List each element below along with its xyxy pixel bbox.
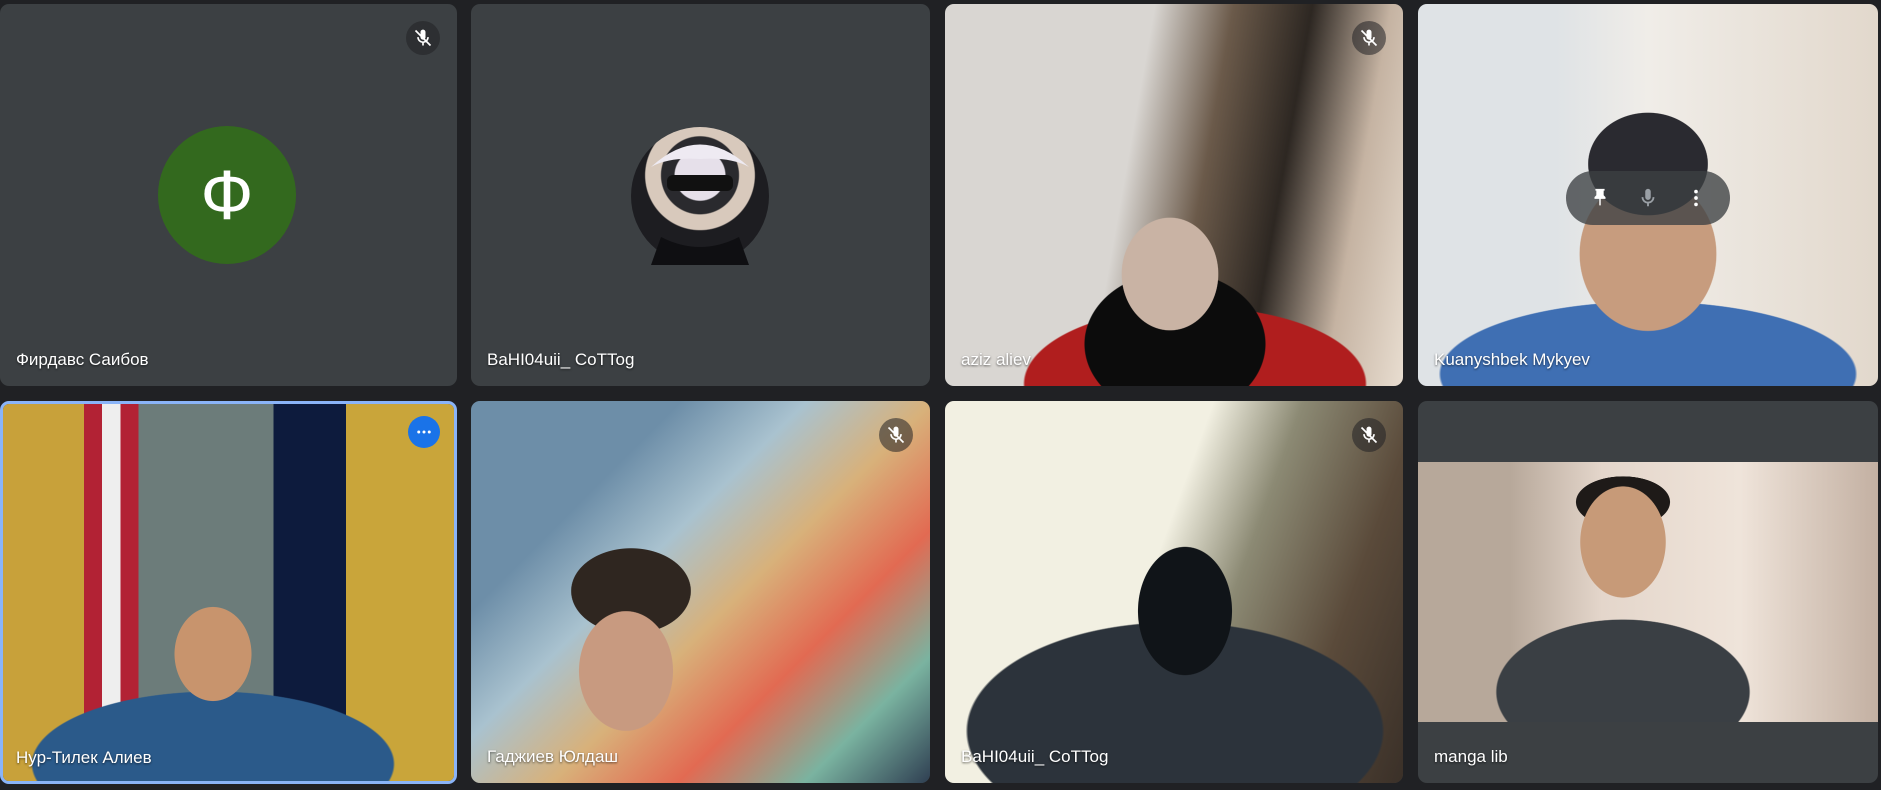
participant-name: Kuanyshbek Mykyev [1434, 350, 1590, 369]
more-vert-icon[interactable] [1676, 178, 1716, 218]
mic-icon[interactable] [1628, 178, 1668, 218]
video-feed [945, 4, 1403, 386]
participant-name: BaHI04uii_ CoTTog [961, 747, 1109, 766]
mic-off-icon [406, 21, 440, 55]
mic-off-icon [1352, 21, 1386, 55]
participant-tile[interactable]: Гаджиев Юлдаш [471, 401, 930, 783]
anime-avatar-icon [651, 144, 749, 265]
participant-name: Нур-Тилек Алиев [16, 748, 152, 767]
pin-icon[interactable] [1580, 178, 1620, 218]
video-feed [1418, 462, 1878, 722]
participant-name: Фирдавс Саибов [16, 350, 149, 369]
participant-tile[interactable]: BaHI04uii_ CoTTog [471, 4, 930, 386]
participant-tile[interactable]: aziz aliev [945, 4, 1403, 386]
participant-tile[interactable]: Ф Фирдавс Саибов [0, 4, 457, 386]
tile-hover-controls [1566, 171, 1730, 225]
video-feed [945, 401, 1403, 783]
more-options-icon[interactable] [408, 416, 440, 448]
participant-tile[interactable]: Kuanyshbek Mykyev [1418, 4, 1878, 386]
participant-name: BaHI04uii_ CoTTog [487, 350, 635, 369]
video-feed [3, 404, 454, 781]
video-feed [471, 401, 930, 783]
avatar-letter: Ф [200, 156, 254, 234]
participant-tile[interactable]: manga lib [1418, 401, 1878, 783]
participant-tile-active[interactable]: Нур-Тилек Алиев [0, 401, 457, 784]
avatar [631, 127, 769, 265]
avatar: Ф [158, 126, 296, 264]
participant-tile[interactable]: BaHI04uii_ CoTTog [945, 401, 1403, 783]
mic-off-icon [879, 418, 913, 452]
participant-name: aziz aliev [961, 350, 1031, 369]
participant-name: manga lib [1434, 747, 1508, 766]
mic-off-icon [1352, 418, 1386, 452]
participant-name: Гаджиев Юлдаш [487, 747, 619, 766]
